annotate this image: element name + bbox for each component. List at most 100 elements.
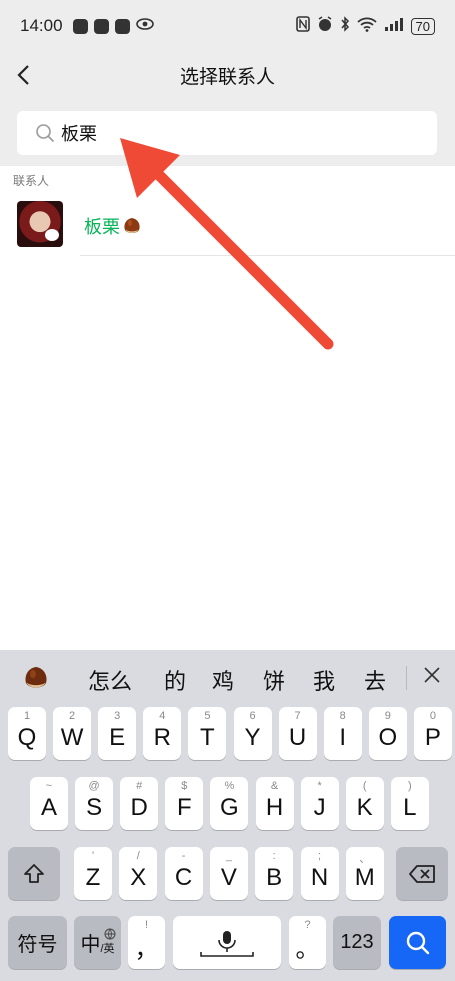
search-box[interactable] <box>17 111 437 155</box>
candidate-word[interactable]: 鸡 <box>212 664 234 696</box>
candidate-word[interactable]: 去 <box>364 664 386 696</box>
space-key[interactable] <box>173 916 281 969</box>
key-hint: 1 <box>23 710 31 722</box>
key-e[interactable]: 3E <box>98 707 137 760</box>
key-label: N <box>310 863 329 891</box>
key-hint: 9 <box>384 710 391 722</box>
key-hint: ; <box>317 850 322 862</box>
key-hint: % <box>224 780 235 792</box>
candidate-word[interactable]: 我 <box>313 664 335 696</box>
alarm-icon <box>317 16 333 36</box>
microphone-icon <box>200 930 254 957</box>
app-notification-icon <box>114 18 130 34</box>
key-label: I <box>339 723 347 751</box>
contact-name: 板栗 <box>84 213 142 239</box>
key-hint: _ <box>225 850 232 862</box>
key-t[interactable]: 5T <box>188 707 227 760</box>
key-label: L <box>403 793 417 821</box>
shift-icon <box>24 863 44 883</box>
key-label: A <box>40 793 57 821</box>
key-m[interactable]: 、 M <box>345 847 384 900</box>
key-q[interactable]: 1Q <box>8 707 46 760</box>
key-hint: ' <box>91 850 95 862</box>
key-p[interactable]: 0P <box>413 707 452 760</box>
candidate-word[interactable]: 的 <box>164 664 186 696</box>
soft-keyboard: 怎么 的 鸡 饼 我 去 符号 中/英 ! ， ? 。 123 1 Q 2 W … <box>0 650 455 981</box>
language-key-main: 中 <box>80 934 101 956</box>
status-app-icons <box>72 16 154 36</box>
backspace-key[interactable] <box>396 847 448 900</box>
key-label: H <box>265 793 284 821</box>
close-candidates-button[interactable] <box>418 662 446 690</box>
key-label: Q <box>17 723 37 751</box>
number-key-label: 123 <box>340 931 374 953</box>
key-v[interactable]: _ V <box>209 847 248 900</box>
app-notification-icon <box>72 18 88 34</box>
key-hint: # <box>136 780 143 792</box>
key-k[interactable]: (K <box>345 777 384 830</box>
search-icon <box>406 931 429 954</box>
back-button[interactable] <box>8 58 38 92</box>
key-b[interactable]: :B <box>255 847 294 900</box>
key-hint: * <box>317 780 322 792</box>
key-hint: & <box>270 780 279 792</box>
key-u[interactable]: 7U <box>278 707 317 760</box>
key-label: C <box>174 863 193 891</box>
key-label: F <box>176 793 192 821</box>
chestnut-emoji-icon[interactable] <box>22 664 50 692</box>
status-time: 14:00 <box>20 16 63 35</box>
candidate-separator <box>406 666 407 690</box>
contact-name-text: 板栗 <box>84 217 120 238</box>
key-c[interactable]: -C <box>164 847 203 900</box>
key-label: B <box>266 863 283 891</box>
key-label: S <box>86 793 103 821</box>
key-i[interactable]: 8I <box>323 707 362 760</box>
key-z[interactable]: ' Z <box>74 847 112 900</box>
key-a[interactable]: ~ A <box>30 777 68 830</box>
close-icon <box>424 667 440 683</box>
key-label: J <box>313 793 326 821</box>
comma-key[interactable]: ! ， <box>128 916 165 969</box>
search-input[interactable] <box>61 122 361 144</box>
key-hint: $ <box>181 780 188 792</box>
key-y[interactable]: 6Y <box>233 707 272 760</box>
search-icon <box>36 124 55 143</box>
search-submit-key[interactable] <box>389 916 446 969</box>
language-switch-key[interactable]: 中/英 <box>74 916 121 969</box>
key-o[interactable]: 9O <box>368 707 407 760</box>
number-mode-key[interactable]: 123 <box>333 916 381 969</box>
key-n[interactable]: ; N <box>300 847 339 900</box>
shift-key[interactable] <box>8 847 60 900</box>
key-r[interactable]: 4R <box>143 707 182 760</box>
signal-icon <box>384 17 404 35</box>
candidate-word[interactable]: 饼 <box>263 664 285 696</box>
key-label: X <box>130 863 147 891</box>
key-f[interactable]: $ F <box>165 777 204 830</box>
candidate-word[interactable]: 怎么 <box>88 664 132 696</box>
page-header: 选择联系人 <box>0 52 455 98</box>
key-hint: 6 <box>249 710 256 722</box>
key-hint: / <box>136 850 140 862</box>
symbol-key[interactable]: 符号 <box>8 916 67 969</box>
key-hint: ( <box>362 780 367 792</box>
key-hint: ) <box>407 780 412 792</box>
battery-indicator: 70 <box>410 17 435 35</box>
status-right-icons: 70 <box>295 16 435 36</box>
key-h[interactable]: & H <box>255 777 294 830</box>
key-j[interactable]: * J <box>300 777 339 830</box>
key-label: Z <box>85 863 101 891</box>
page-title: 选择联系人 <box>179 65 275 88</box>
key-hint: 7 <box>294 710 301 722</box>
key-s[interactable]: @ S <box>75 777 114 830</box>
key-w[interactable]: 2W <box>53 707 92 760</box>
contact-row[interactable]: 板栗 <box>0 193 455 255</box>
key-label: ， <box>134 936 159 963</box>
backspace-icon <box>409 864 435 883</box>
status-bar: 14:00 70 <box>0 0 455 52</box>
period-key[interactable]: ? 。 <box>289 916 326 969</box>
key-hint: 、 <box>359 853 371 865</box>
key-l[interactable]: ) L <box>390 777 429 830</box>
key-d[interactable]: # D <box>120 777 159 830</box>
key-g[interactable]: % G <box>210 777 249 830</box>
key-x[interactable]: / X <box>119 847 158 900</box>
